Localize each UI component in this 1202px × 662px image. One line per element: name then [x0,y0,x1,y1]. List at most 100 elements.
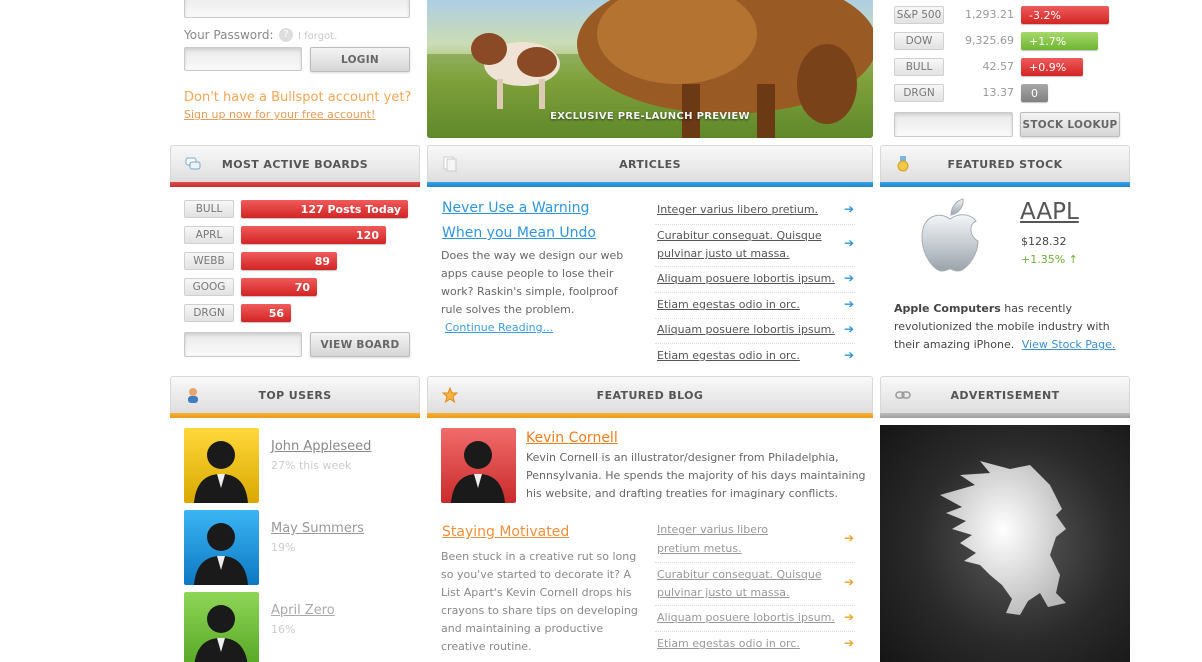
view-board-button[interactable]: VIEW BOARD [310,332,410,357]
arrow-right-icon[interactable]: ➔ [844,610,858,624]
stock-value-sp500: 1,293.21 [965,8,1014,21]
signup-link[interactable]: Sign up now for your free account! [184,108,375,121]
arrow-right-icon[interactable]: ➔ [844,271,858,285]
feature-article-line3: work? Raskin's simple, foolproof [441,285,618,298]
featured-company-name: Apple Computers [894,302,1001,315]
board-activity-bar-aprl[interactable]: 120 [241,226,386,244]
login-button[interactable]: LOGIN [310,47,410,72]
arrow-right-icon[interactable]: ➔ [844,322,858,336]
board-symbol-bull[interactable]: BULL [184,200,234,218]
article-link-3[interactable]: Aliquam posuere lobortis ipsum. [657,270,847,288]
arrow-right-icon[interactable]: ➔ [844,202,858,216]
medal-icon [895,156,911,172]
featured-stock-desc-line3: their amazing iPhone. View Stock Page. [894,336,1115,354]
featured-desc-rest: has recently [1000,302,1072,315]
stock-value-drgn: 13.37 [982,86,1015,99]
stock-symbol-bull[interactable]: BULL [894,58,944,76]
stock-lookup-input[interactable] [894,112,1013,137]
top-users-panel-stripe [170,413,420,418]
article-link-2-line1[interactable]: Curabitur consequat. Quisque [657,227,847,245]
link-icon [895,387,911,403]
blog-bio-line1: Kevin Cornell is an illustrator/designer… [526,451,839,464]
star-icon [441,386,459,404]
avatar[interactable] [184,510,259,585]
blog-link-2-line1[interactable]: Curabitur consequat. Quisque [657,566,847,584]
top-user-name-3[interactable]: April Zero [271,603,335,618]
board-activity-bar-drgn[interactable]: 56 [241,304,291,322]
divider [655,224,855,225]
article-link-6[interactable]: Etiam egestas odio in orc. [657,347,847,365]
blog-link-3[interactable]: Aliquam posuere lobortis ipsum. [657,609,847,627]
arrow-right-icon[interactable]: ➔ [844,297,858,311]
blog-author-name[interactable]: Kevin Cornell [526,430,618,446]
blog-post-line3: List Apart's Kevin Cornell drops his [441,586,632,599]
forgot-password-link[interactable]: I forgot. [298,31,337,42]
top-user-stat-3: 16% [271,623,296,636]
divider [655,343,855,344]
board-symbol-aprl[interactable]: APRL [184,226,234,244]
board-activity-bar-goog[interactable]: 70 [241,278,317,296]
feature-article-title-line1[interactable]: Never Use a Warning [442,198,589,218]
top-user-name-2[interactable]: May Summers [271,521,364,536]
view-stock-page-link[interactable]: View Stock Page. [1022,338,1116,351]
stock-symbol-dow[interactable]: DOW [894,32,944,50]
blog-post-line5: and maintaining a productive [441,622,604,635]
stock-symbol-drgn[interactable]: DRGN [894,84,944,102]
boards-panel-stripe [170,182,420,187]
arrow-right-icon[interactable]: ➔ [844,575,858,589]
board-activity-bar-bull[interactable]: 127 Posts Today [241,200,408,218]
avatar[interactable] [184,428,259,503]
blog-link-4[interactable]: Etiam egestas odio in orc. [657,635,847,653]
article-link-5[interactable]: Aliquam posuere lobortis ipsum. [657,321,847,339]
article-link-1[interactable]: Integer varius libero pretium. [657,201,847,219]
blog-link-1-line2[interactable]: pretium metus. [657,540,847,558]
top-user-name-1[interactable]: John Appleseed [271,439,371,454]
arrow-right-icon[interactable]: ➔ [844,348,858,362]
featured-stock-panel-stripe [880,182,1130,187]
top-users-panel-title: TOP USERS [258,388,332,402]
blog-post-line2: so you've started to decorate it? A [441,568,631,581]
feature-article-line1: Does the way we design our web [441,249,624,262]
board-activity-bar-webb[interactable]: 89 [241,252,337,270]
feature-article-line2: apps cause people to lose their [441,267,614,280]
blog-bio-line2: Pennsylvania. He spends the majority of … [526,469,866,482]
featured-stock-symbol[interactable]: AAPL [1020,199,1079,225]
blog-post-title[interactable]: Staying Motivated [442,524,569,540]
avatar[interactable] [184,592,259,662]
article-link-4[interactable]: Etiam egestas odio in orc. [657,296,847,314]
board-symbol-webb[interactable]: WEBB [184,252,234,270]
blog-link-2-line2[interactable]: pulvinar justo ut massa. [657,584,847,602]
featured-stock-desc-line2: revolutionized the mobile industry with [894,320,1110,333]
board-symbol-drgn[interactable]: DRGN [184,304,234,322]
arrow-right-icon[interactable]: ➔ [844,636,858,650]
stock-symbol-sp500[interactable]: S&P 500 [894,6,944,24]
feature-article-line4: rule solves the problem. [441,303,575,316]
arrow-right-icon[interactable]: ➔ [844,236,858,250]
divider [655,292,855,293]
advertisement-panel-stripe [880,413,1130,418]
arrow-right-icon[interactable]: ➔ [844,531,858,545]
advertisement-panel-title: ADVERTISEMENT [950,388,1060,402]
featured-stock-panel-header: FEATURED STOCK [880,145,1130,182]
password-input[interactable] [184,47,302,71]
feature-article-title-line2[interactable]: When you Mean Undo [442,223,596,243]
question-icon[interactable]: ? [279,28,293,42]
featured-stock-panel-title: FEATURED STOCK [947,157,1063,171]
articles-panel-title: ARTICLES [619,157,681,171]
stock-lookup-button[interactable]: STOCK LOOKUP [1020,112,1120,137]
board-symbol-goog[interactable]: GOOG [184,278,234,296]
continue-reading-link[interactable]: Continue Reading... [445,321,553,334]
boards-panel-header: MOST ACTIVE BOARDS [170,145,420,182]
article-link-2-line2[interactable]: pulvinar justo ut massa. [657,245,847,263]
avatar[interactable] [441,428,516,503]
advertisement-banner[interactable] [880,425,1130,662]
stock-change-bull: +0.9% [1021,58,1083,76]
blog-link-1-line1[interactable]: Integer varius libero [657,521,847,539]
board-search-input[interactable] [184,332,302,357]
top-user-stat-2: 19% [271,541,296,554]
username-input[interactable] [184,0,410,18]
featured-stock-price: $128.32 [1021,235,1067,248]
featured-blog-panel-title: FEATURED BLOG [596,388,704,402]
featured-blog-panel-header: FEATURED BLOG [427,376,873,413]
stock-value-dow: 9,325.69 [965,34,1014,47]
